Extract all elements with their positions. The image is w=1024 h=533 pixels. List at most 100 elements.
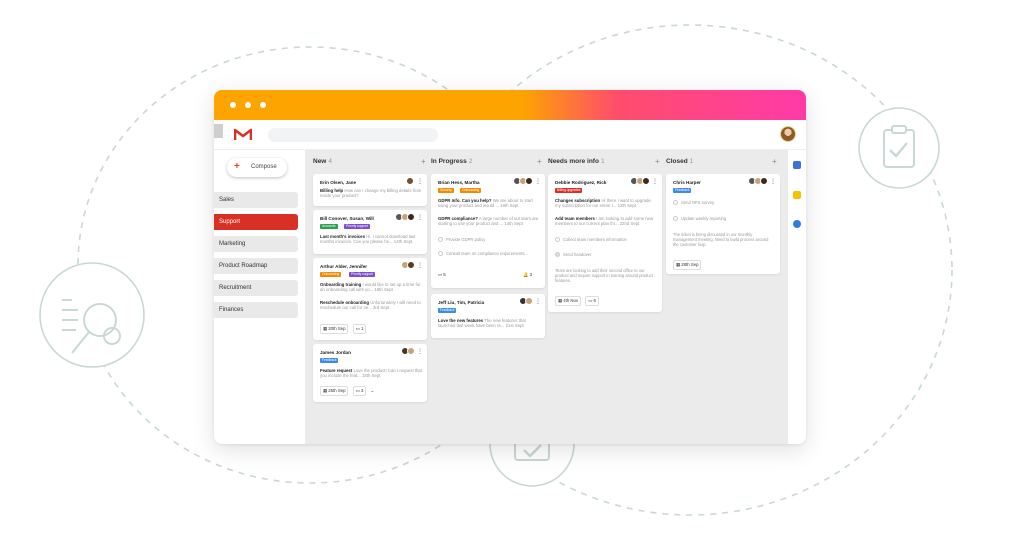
- card-note: The ticket is being discussed in our mon…: [673, 232, 769, 248]
- window-dot-2: [245, 102, 251, 108]
- stage: + Compose Sales Support Marketing Produc…: [0, 0, 1024, 533]
- ticket-card[interactable]: Jeff Liu, Tim, Patricia ⋮ Feedback Love …: [431, 294, 545, 338]
- card-meta: ▦ 4th Nov ▭ 6: [555, 296, 602, 306]
- ticket-card[interactable]: Debbie Rodriguez, Rick ⋮ Billing upgrade…: [548, 174, 662, 312]
- clipboard-check-icon: [858, 107, 940, 189]
- card-subject: Feature request Love the product! Can I …: [320, 368, 422, 379]
- comments-chip[interactable]: ▭ 3: [352, 386, 367, 396]
- card-note: Team are looking to add their second off…: [555, 268, 653, 284]
- tag-badge[interactable]: Billing upgrades: [555, 188, 583, 193]
- gmail-logo-icon[interactable]: [234, 127, 252, 141]
- add-card-icon[interactable]: +: [655, 157, 660, 166]
- checkbox-icon: [555, 252, 560, 257]
- sidebar-item-finances[interactable]: Finances: [214, 302, 298, 318]
- ticket-card[interactable]: James Jordan ⋮ Feedback Feature request …: [313, 344, 427, 402]
- more-options-icon[interactable]: ⋮: [535, 178, 541, 185]
- task-item[interactable]: Send NPS survey: [673, 200, 714, 205]
- tag-badge[interactable]: Onboarding: [460, 188, 482, 193]
- sidebar-item-label: Marketing: [219, 241, 246, 247]
- ticket-card[interactable]: Brian Hess, Martha ⋮ Security Onboarding…: [431, 174, 545, 288]
- user-avatar[interactable]: [780, 126, 796, 142]
- due-date-chip[interactable]: ▦ 25th Sep: [320, 386, 349, 396]
- sidebar-item-support[interactable]: Support: [214, 214, 298, 230]
- add-card-icon[interactable]: +: [537, 157, 542, 166]
- card-participants: Erin Olsen, Jane: [320, 180, 356, 185]
- task-item[interactable]: Consult team on compliance requirements.…: [438, 251, 528, 256]
- more-options-icon[interactable]: ⋮: [535, 298, 541, 305]
- keep-notes-icon[interactable]: [793, 191, 801, 199]
- inspection-magnifier-icon: [39, 262, 145, 368]
- card-participants: Chris Harper: [673, 180, 701, 185]
- card-participants: Debbie Rodriguez, Rick: [555, 180, 607, 185]
- card-subject: Onboarding training I would like to set …: [320, 282, 421, 293]
- app-window: + Compose Sales Support Marketing Produc…: [214, 90, 806, 444]
- task-item[interactable]: Send handover: [555, 252, 591, 257]
- column-header-closed[interactable]: Closed 1: [666, 158, 693, 165]
- compose-label: Compose: [251, 164, 277, 170]
- scrollbar-handle[interactable]: [214, 124, 223, 138]
- add-card-icon[interactable]: +: [421, 157, 426, 166]
- sidebar-item-sales[interactable]: Sales: [214, 192, 298, 208]
- column-header-in-progress[interactable]: In Progress 2: [431, 158, 472, 165]
- card-meta: ▦ 25th Sep ▭ 3 ⌄: [320, 386, 374, 396]
- window-titlebar: [214, 90, 806, 120]
- more-options-icon[interactable]: ⋮: [652, 178, 658, 185]
- card-subject: Last month's invoices Hi. I cannot downl…: [320, 234, 416, 245]
- sidebar-item-recruitment[interactable]: Recruitment: [214, 280, 298, 296]
- card-participants: Arthur Alder, Jennifer: [320, 264, 368, 269]
- card-subject: Billing help How can I change my billing…: [320, 188, 422, 199]
- more-options-icon[interactable]: ⋮: [417, 214, 423, 221]
- search-input[interactable]: [268, 128, 438, 142]
- ticket-card[interactable]: Chris Harper ⋮ Feedback Send NPS survey …: [666, 174, 780, 274]
- sidebar-item-marketing[interactable]: Marketing: [214, 236, 298, 252]
- checkbox-icon: [438, 251, 443, 256]
- tag-badge[interactable]: Feedback: [438, 308, 457, 313]
- comments-chip[interactable]: ▭ 1: [352, 324, 367, 334]
- checkbox-icon: [673, 216, 678, 221]
- tag-badge[interactable]: Security: [438, 188, 454, 193]
- sidebar-item-label: Sales: [219, 197, 235, 203]
- tag-badge[interactable]: Feedback: [320, 358, 339, 363]
- ticket-card[interactable]: Arthur Alder, Jennifer ⋮ Onboarding Prio…: [313, 258, 427, 340]
- card-subject: GDPR Info. Can you help? We are about to…: [438, 198, 533, 209]
- more-options-icon[interactable]: ⋮: [417, 262, 423, 269]
- more-options-icon[interactable]: ⋮: [770, 178, 776, 185]
- comments-chip[interactable]: ▭ 6: [585, 296, 599, 306]
- column-header-needs-more-info[interactable]: Needs more info 1: [548, 158, 605, 165]
- card-participants: James Jordan: [320, 350, 351, 355]
- add-card-icon[interactable]: +: [772, 157, 777, 166]
- due-date-chip[interactable]: ▦ 28th Sep: [673, 260, 702, 270]
- ticket-card[interactable]: Bill Conover, Susan, Will ⋮ Accounts Pri…: [313, 210, 427, 254]
- tag-badge[interactable]: Feedback: [673, 188, 692, 193]
- sidebar-item-label: Recruitment: [219, 285, 252, 291]
- comments-chip[interactable]: ▭ 5: [438, 272, 454, 277]
- card-meta: ▦ 20th Sep ▭ 1: [320, 324, 369, 334]
- more-options-icon[interactable]: ⋮: [417, 348, 423, 355]
- sidebar-item-label: Support: [219, 219, 241, 225]
- due-date-chip[interactable]: ▦ 20th Sep: [320, 324, 349, 334]
- tag-badge[interactable]: Accounts: [320, 224, 338, 229]
- sidebar-item-label: Finances: [219, 307, 244, 313]
- task-item[interactable]: Update weekly reporting: [673, 216, 726, 221]
- checkbox-icon: [438, 237, 443, 242]
- calendar-icon[interactable]: [793, 161, 801, 169]
- tag-badge[interactable]: Onboarding: [320, 272, 342, 277]
- ticket-card[interactable]: Erin Olsen, Jane ⋮ Billing help How can …: [313, 174, 427, 206]
- compose-button[interactable]: + Compose: [227, 158, 287, 177]
- card-subject: Changes subscription Hi there I want to …: [555, 198, 651, 209]
- card-subject: Love the new features The new features t…: [438, 318, 526, 329]
- tag-badge[interactable]: Priority support: [344, 224, 371, 229]
- task-item[interactable]: Collect team members information: [555, 237, 627, 242]
- bell-icon[interactable]: 🔔 3: [523, 272, 540, 278]
- sidebar-item-product-roadmap[interactable]: Product Roadmap: [214, 258, 298, 274]
- chevron-down-icon[interactable]: ⌄: [371, 388, 375, 393]
- tag-badge[interactable]: Priority support: [349, 272, 376, 277]
- column-header-new[interactable]: New 4: [313, 158, 332, 165]
- due-date-chip[interactable]: ▦ 4th Nov: [555, 296, 582, 306]
- tasks-check-icon[interactable]: [793, 220, 801, 228]
- card-subject: Reschedule onboarding Unfortunately I wi…: [320, 300, 421, 311]
- more-options-icon[interactable]: ⋮: [417, 178, 423, 185]
- task-item[interactable]: Provide GDPR policy: [438, 237, 485, 242]
- card-participants: Bill Conover, Susan, Will: [320, 216, 374, 221]
- plus-icon: +: [234, 161, 240, 172]
